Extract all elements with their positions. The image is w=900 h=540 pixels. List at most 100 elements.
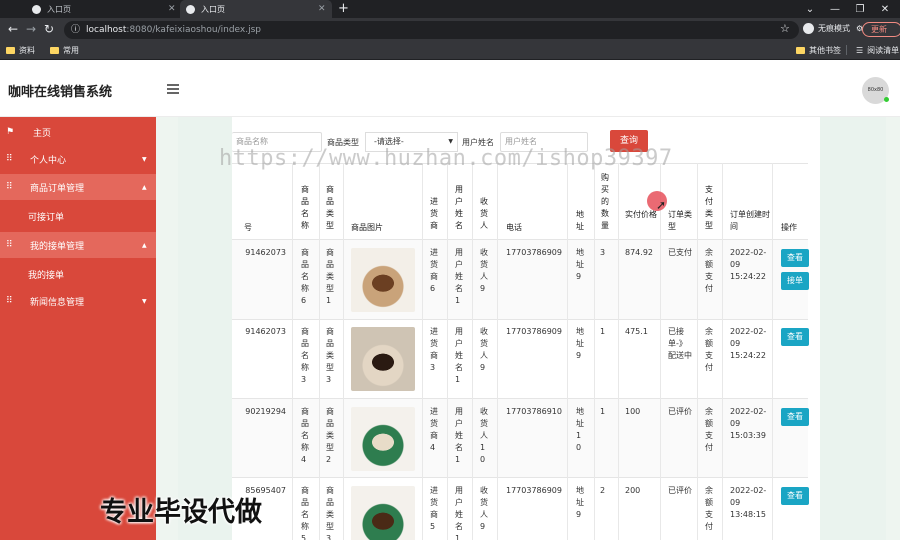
cell-user: 用户姓名1 [455,407,463,464]
reading-list-icon: ☰ [856,46,864,55]
col-divider [772,163,773,540]
grid-icon: ⠿ [6,296,13,306]
sidebar-item-my-orders[interactable]: ⠿ 我的接单管理 ▲ [0,232,156,258]
close-icon[interactable]: ✕ [168,4,176,14]
view-button[interactable]: 查看 [781,328,809,346]
reading-list[interactable]: ☰ 阅读清单 [856,45,899,56]
cell-pay-type: 余额支付 [705,486,713,531]
bookmark-folder[interactable]: 常用 [50,45,79,56]
incognito-indicator[interactable]: 无痕模式 ⚙ [803,23,863,34]
cell-price: 100 [625,407,641,416]
bookmark-label: 常用 [63,46,79,55]
new-tab-icon[interactable]: + [338,1,349,16]
cell-price: 475.1 [625,327,648,336]
col-header-phone: 电话 [506,223,522,232]
cell-qty: 2 [600,486,606,495]
col-header-address: 地址 [576,210,584,231]
bookmark-folder[interactable]: 其他书签 [796,45,841,56]
cell-user: 用户姓名1 [455,327,463,384]
back-icon[interactable]: ← [8,22,18,36]
reload-icon[interactable]: ↻ [44,22,54,36]
sidebar-item-label: 新闻信息管理 [30,297,85,308]
browser-tab-2[interactable]: 入口页 ✕ [180,0,332,18]
bookmark-star-icon[interactable]: ☆ [780,22,790,35]
globe-icon [32,4,41,14]
cell-name: 商品名称5 [301,486,309,540]
cell-type: 商品类型2 [326,407,334,464]
bookmark-label: 资料 [19,46,35,55]
col-divider [697,163,698,540]
tab-title: 入口页 [201,4,225,14]
app-title: 咖啡在线销售系统 [8,85,113,100]
forward-icon[interactable]: → [26,22,36,36]
sidebar-subitem-my-accepted[interactable]: 我的接单 [28,268,64,281]
grid-icon: ⠿ [6,182,13,192]
sidebar-subitem-available-orders[interactable]: 可接订单 [28,210,64,223]
view-button[interactable]: 查看 [781,408,809,426]
cell-phone: 17703786909 [506,248,562,257]
browser-tab-bar: 入口页 ✕ 入口页 ✕ + ⌄ — ❐ ✕ [0,0,900,18]
caret-down-icon: ▼ [142,155,147,163]
cell-supplier: 进货商5 [430,486,438,531]
cell-name: 商品名称3 [301,327,309,384]
window-close-icon[interactable]: ✕ [870,0,900,18]
cell-phone: 17703786909 [506,486,562,495]
col-divider [422,163,423,540]
cell-price: 874.92 [625,248,653,257]
col-divider [472,163,473,540]
col-header-order-type: 订单类型 [668,210,692,231]
bookmark-separator [846,45,847,55]
cell-user: 用户姓名1 [455,486,463,540]
bookmark-folder[interactable]: 资料 [6,45,35,56]
product-image [351,327,415,391]
view-button[interactable]: 查看 [781,249,809,267]
bookmark-label: 其他书签 [809,46,841,55]
view-button[interactable]: 查看 [781,487,809,505]
incognito-icon [803,23,814,34]
cell-no: 91462073 [245,327,286,336]
col-header-pay-type: 支付类型 [705,185,713,230]
sidebar-item-home[interactable]: ⚑ 主页 [0,119,156,145]
caret-up-icon: ▲ [142,183,147,191]
sidebar-item-news[interactable]: ⠿ 新闻信息管理 ▼ [0,288,156,314]
url-path: :8080/kafeixiaoshou/index.jsp [126,25,262,35]
col-divider [618,163,619,540]
avatar[interactable]: 80x80 [862,77,889,104]
accept-order-button[interactable]: 接单 [781,272,809,290]
url-input[interactable]: ⓘ localhost:8080/kafeixiaoshou/index.jsp [64,21,799,39]
close-icon[interactable]: ✕ [318,4,326,14]
product-image [351,248,415,312]
browser-menu-icon[interactable] [6,0,12,18]
cell-pay-type: 余额支付 [705,327,713,372]
col-header-type: 商品类型 [326,185,334,230]
cell-time: 2022-02-09 15:03:39 [730,407,767,440]
cell-time: 2022-02-09 15:24:22 [730,327,767,360]
tab-title: 入口页 [47,4,71,14]
grid-icon: ⠿ [6,154,13,164]
update-button[interactable]: 更新 [862,22,900,37]
cell-qty: 3 [600,248,606,257]
cell-type: 商品类型3 [326,486,334,540]
cell-type: 商品类型1 [326,248,334,305]
globe-icon [186,4,195,14]
info-icon[interactable]: ⓘ [71,21,80,39]
sidebar-item-label: 主页 [33,128,52,139]
col-header-price: 实付价格 [625,210,657,219]
type-select-value: -请选择- [374,137,404,146]
col-header-supplier: 进货商 [430,197,438,230]
sidebar-item-orders[interactable]: ⠿ 商品订单管理 ▲ [0,174,156,200]
cell-supplier: 进货商4 [430,407,438,452]
col-header-qty: 购买的数量 [601,173,609,230]
online-status-dot [884,97,889,102]
cell-addr: 地址9 [576,248,584,281]
caret-down-icon: ▼ [142,297,147,305]
watermark-text: https://www.huzhan.com/ishop39397 [219,146,673,171]
cell-addr: 地址9 [576,486,584,519]
cell-addr: 地址9 [576,327,584,360]
cell-supplier: 进货商6 [430,248,438,293]
cell-order-type: 已接单-》配送中 [668,327,692,360]
browser-tab-1[interactable]: 入口页 ✕ [32,0,178,18]
menu-toggle-icon[interactable] [167,84,179,96]
col-divider [343,163,344,540]
sidebar-item-personal[interactable]: ⠿ 个人中心 ▼ [0,146,156,172]
